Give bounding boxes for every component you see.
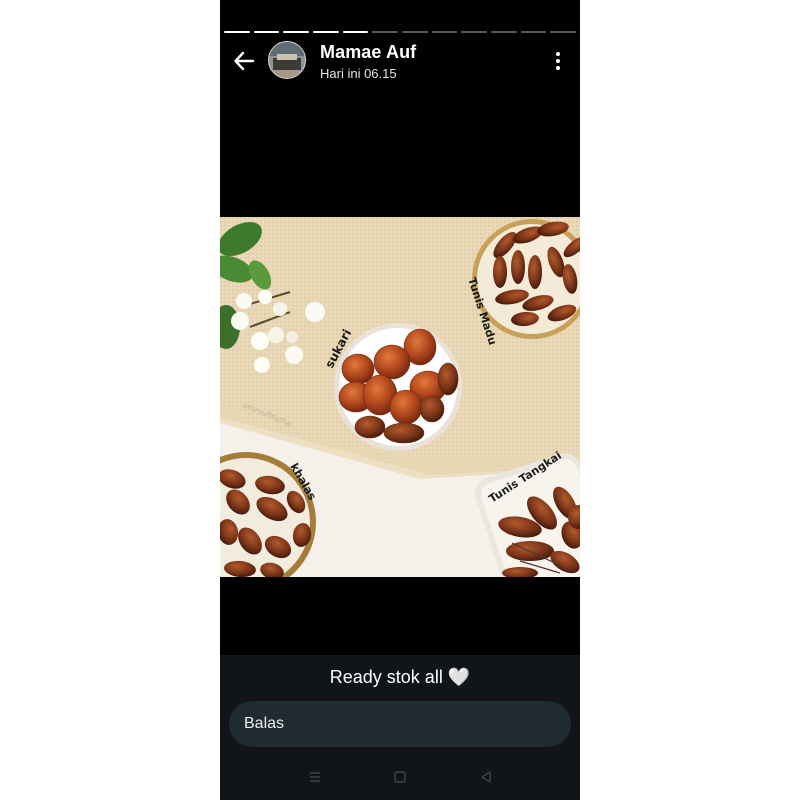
progress-segment xyxy=(520,31,547,33)
reply-input[interactable]: Balas xyxy=(229,701,571,747)
progress-segment xyxy=(372,31,399,33)
story-caption: Ready stok all 🤍 xyxy=(329,667,471,687)
home-icon xyxy=(394,771,406,783)
story-photo: Tunis Madu sukari ummufiruma khalas Tuni… xyxy=(220,217,580,577)
nav-recents-button[interactable] xyxy=(305,768,325,786)
progress-segment xyxy=(491,31,517,33)
nav-back-button[interactable] xyxy=(476,768,496,786)
progress-segment xyxy=(461,31,488,33)
story-username[interactable]: Mamae Auf xyxy=(320,42,416,63)
back-button[interactable] xyxy=(230,47,258,75)
progress-segment xyxy=(550,31,577,33)
recents-icon xyxy=(310,772,320,782)
more-vertical-icon xyxy=(556,52,560,70)
progress-segment xyxy=(283,31,310,33)
avatar-image xyxy=(269,42,305,78)
progress-segment xyxy=(313,31,339,33)
story-viewer: Mamae Auf Hari ini 06.15 Tunis Madu suka… xyxy=(220,0,580,800)
progress-segment xyxy=(431,31,458,33)
progress-segment xyxy=(224,31,250,33)
story-progress-bar xyxy=(224,31,577,33)
more-options-button[interactable] xyxy=(546,48,570,74)
avatar[interactable] xyxy=(268,41,306,79)
progress-segment xyxy=(402,31,428,33)
system-nav-bar xyxy=(220,754,580,800)
nav-home-button[interactable] xyxy=(390,768,410,786)
arrow-left-icon xyxy=(234,51,255,71)
progress-segment xyxy=(253,31,280,33)
progress-segment xyxy=(342,31,369,33)
back-triangle-icon xyxy=(481,771,491,783)
story-footer: Ready stok all 🤍 Balas xyxy=(220,655,580,800)
reply-label: Balas xyxy=(244,715,285,732)
story-timestamp: Hari ini 06.15 xyxy=(320,66,397,81)
